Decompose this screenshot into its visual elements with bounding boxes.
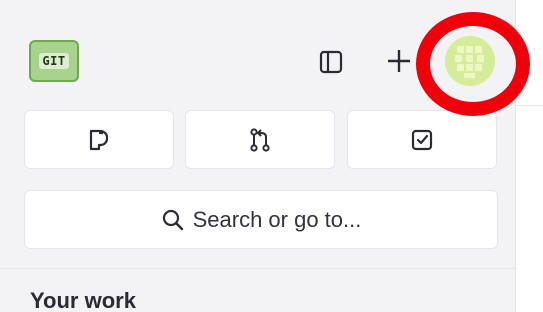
- gitlab-window: GIT Search or go to... Your work: [0, 0, 543, 312]
- user-avatar-button[interactable]: [445, 36, 495, 86]
- user-avatar-identicon: [445, 36, 495, 86]
- search-icon: [162, 209, 183, 230]
- merge-requests-button[interactable]: [185, 110, 335, 169]
- issues-icon: [89, 129, 109, 150]
- create-new-button[interactable]: [381, 42, 417, 80]
- todo-list-button[interactable]: [347, 110, 497, 169]
- main-content-area: [516, 0, 543, 312]
- search-button[interactable]: Search or go to...: [24, 190, 498, 249]
- search-label: Search or go to...: [192, 206, 362, 232]
- sidebar-panel-icon: [319, 50, 343, 74]
- plus-icon: [388, 50, 410, 72]
- merge-request-icon: [250, 127, 270, 152]
- project-logo[interactable]: GIT: [29, 40, 79, 82]
- todo-checkbox-icon: [411, 129, 433, 150]
- issues-button[interactable]: [24, 110, 174, 169]
- logo-text: GIT: [39, 53, 69, 69]
- your-work-heading[interactable]: Your work: [30, 288, 136, 312]
- left-sidebar: GIT Search or go to... Your work: [0, 0, 516, 312]
- top-bar-strip: [516, 0, 543, 106]
- section-divider: [0, 268, 516, 269]
- sidebar-toggle-button[interactable]: [313, 44, 349, 80]
